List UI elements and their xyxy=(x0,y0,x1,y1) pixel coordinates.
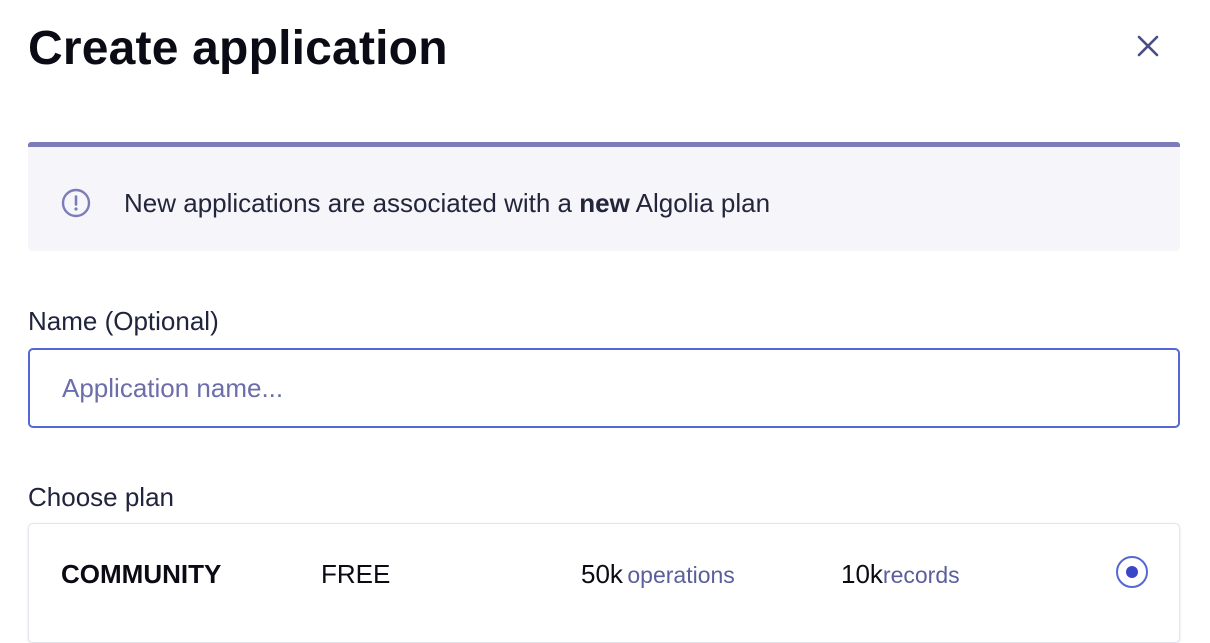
close-icon xyxy=(1137,35,1159,57)
radio-selected-dot xyxy=(1126,566,1138,578)
plan-records-value: 10k xyxy=(841,559,883,589)
plan-operations-value: 50k xyxy=(581,559,623,589)
plan-name: COMMUNITY xyxy=(61,559,222,589)
application-name-input[interactable] xyxy=(28,348,1180,428)
banner-message: New applications are associated with a n… xyxy=(124,186,770,220)
name-field-label: Name (Optional) xyxy=(28,306,219,336)
banner-text-after: Algolia plan xyxy=(629,188,771,218)
plan-operations: 50k operations xyxy=(581,557,735,596)
info-banner: New applications are associated with a n… xyxy=(28,142,1180,251)
close-button[interactable] xyxy=(1128,26,1168,66)
choose-plan-label: Choose plan xyxy=(28,482,174,512)
banner-text-bold: new xyxy=(579,188,630,218)
plan-price: FREE xyxy=(321,559,391,589)
plan-operations-unit: operations xyxy=(627,562,735,588)
plan-radio-button[interactable] xyxy=(1116,556,1148,588)
dialog-title: Create application xyxy=(28,22,448,75)
banner-text-before: New applications are associated with a xyxy=(124,188,580,218)
info-circle-icon xyxy=(61,188,91,218)
plan-option-community[interactable]: COMMUNITY FREE 50k operations 10krecords xyxy=(28,523,1180,643)
plan-records: 10krecords xyxy=(841,557,960,596)
plan-records-unit: records xyxy=(882,562,960,588)
